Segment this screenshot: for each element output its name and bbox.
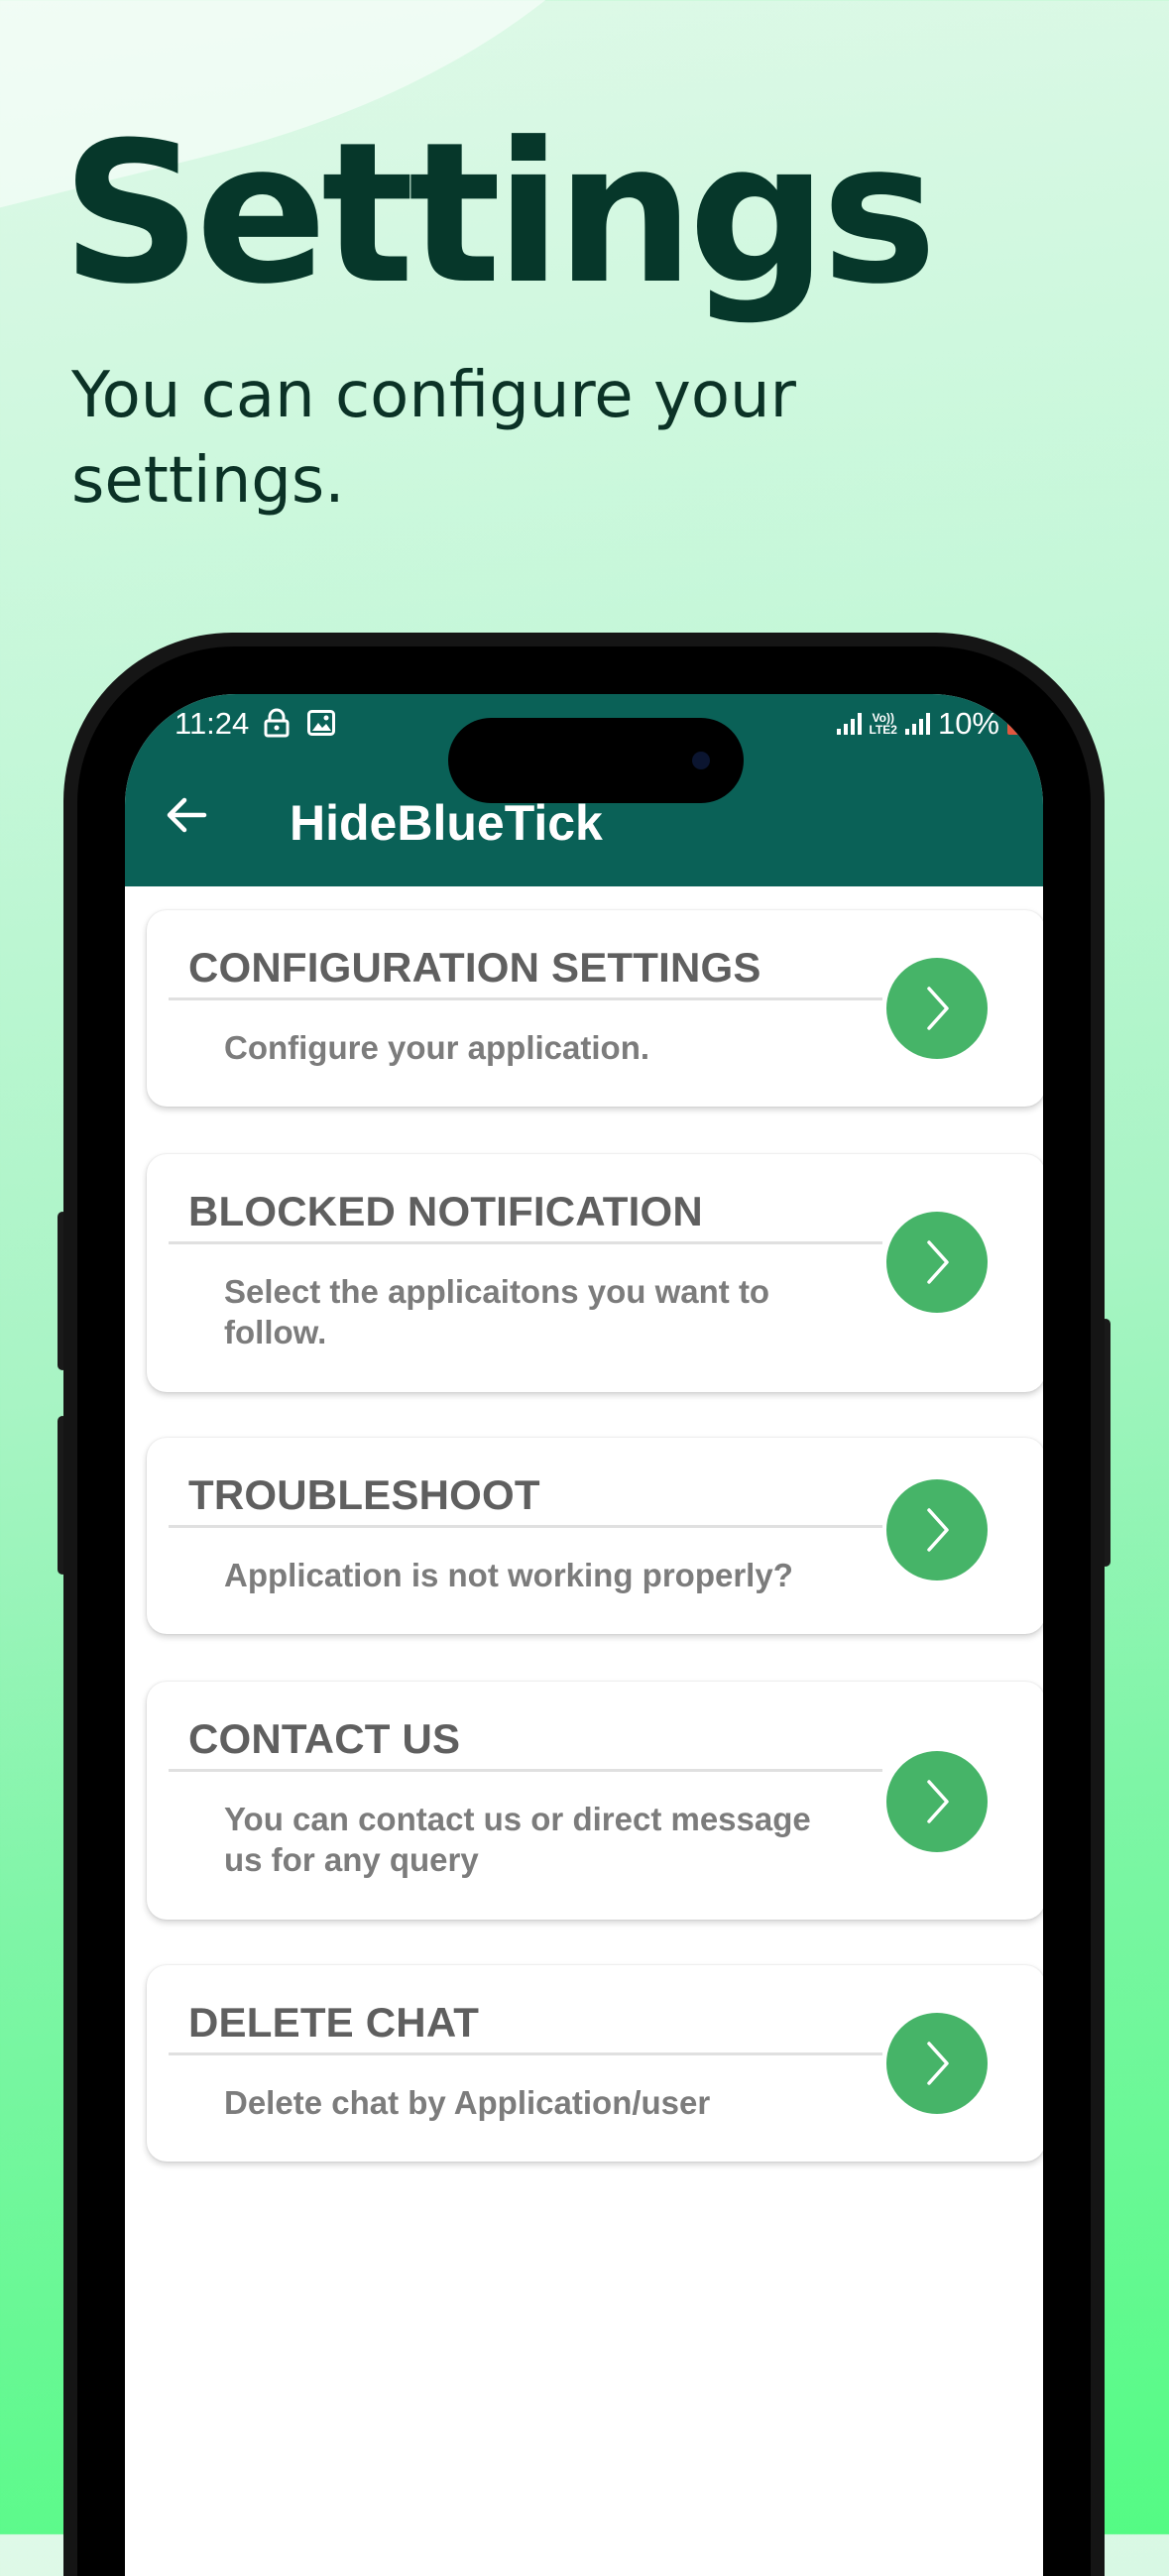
- front-camera: [692, 752, 710, 769]
- app-title: HideBlueTick: [290, 795, 603, 851]
- image-icon: [307, 710, 335, 741]
- chevron-right-icon: [927, 987, 949, 1030]
- card-divider: [169, 2052, 882, 2055]
- hero-title: Settings: [61, 101, 937, 327]
- battery-percent: 10%: [937, 706, 999, 741]
- phone-frame: 11:24 Vo)) LTE2 10% HideBlueTick CONFIGU…: [63, 633, 1105, 2576]
- chevron-right-icon: [927, 1780, 949, 1823]
- card-description: You can contact us or direct message us …: [224, 1801, 811, 1878]
- chevron-right-icon: [927, 1508, 949, 1552]
- card-title: DELETE CHAT: [188, 1999, 480, 2046]
- card-title: CONFIGURATION SETTINGS: [188, 944, 761, 991]
- open-delete-chat-button[interactable]: [886, 2013, 988, 2114]
- card-divider: [169, 1241, 882, 1244]
- lock-icon: [264, 708, 290, 743]
- card-description: Configure your application.: [224, 1029, 650, 1066]
- card-title: BLOCKED NOTIFICATION: [188, 1188, 703, 1234]
- settings-card-configuration[interactable]: CONFIGURATION SETTINGS Configure your ap…: [147, 910, 1043, 1107]
- chevron-right-icon: [927, 2042, 949, 2085]
- settings-card-blocked-notification[interactable]: BLOCKED NOTIFICATION Select the applicai…: [147, 1154, 1043, 1392]
- settings-card-troubleshoot[interactable]: TROUBLESHOOT Application is not working …: [147, 1438, 1043, 1634]
- card-description: Application is not working properly?: [224, 1557, 793, 1593]
- battery-icon: [1007, 713, 1021, 735]
- card-description: Select the applicaitons you want to foll…: [224, 1273, 770, 1350]
- hero-subtitle: You can configure your settings.: [71, 359, 796, 518]
- chevron-right-icon: [927, 1240, 949, 1284]
- settings-card-delete-chat[interactable]: DELETE CHAT Delete chat by Application/u…: [147, 1965, 1043, 2162]
- arrow-left-icon[interactable]: [165, 795, 208, 840]
- open-troubleshoot-button[interactable]: [886, 1479, 988, 1581]
- card-title: CONTACT US: [188, 1715, 461, 1762]
- settings-card-contact-us[interactable]: CONTACT US You can contact us or direct …: [147, 1682, 1043, 1920]
- card-divider: [169, 997, 882, 1000]
- open-contact-us-button[interactable]: [886, 1751, 988, 1852]
- phone-bezel: 11:24 Vo)) LTE2 10% HideBlueTick CONFIGU…: [77, 646, 1091, 2576]
- signal-icon: [836, 713, 862, 735]
- status-indicators: Vo)) LTE2 10%: [836, 706, 1021, 742]
- signal-icon: [904, 713, 930, 735]
- card-divider: [169, 1769, 882, 1772]
- card-divider: [169, 1525, 882, 1528]
- network-type: Vo)) LTE2: [869, 711, 897, 737]
- dynamic-island: [448, 718, 744, 803]
- card-description: Delete chat by Application/user: [224, 2084, 711, 2121]
- status-time: 11:24: [175, 706, 250, 741]
- open-configuration-button[interactable]: [886, 958, 988, 1059]
- app-bar: 11:24 Vo)) LTE2 10% HideBlueTick: [125, 694, 1043, 886]
- phone-screen: 11:24 Vo)) LTE2 10% HideBlueTick CONFIGU…: [125, 694, 1043, 2576]
- card-title: TROUBLESHOOT: [188, 1471, 540, 1518]
- open-blocked-notification-button[interactable]: [886, 1212, 988, 1313]
